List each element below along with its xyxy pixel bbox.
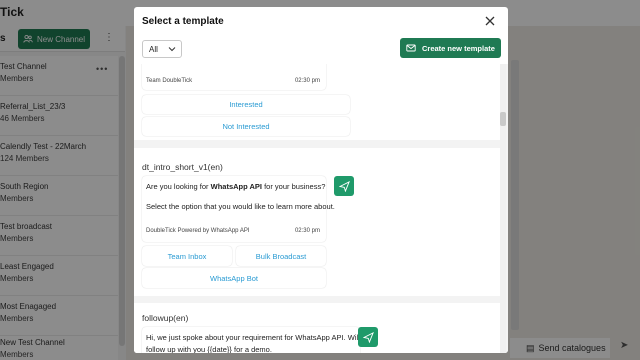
mail-icon [406,44,416,52]
template-modal: Select a template All Create new templat… [134,7,508,353]
quick-reply-button: Team Inbox [142,246,232,266]
template-message: Hi, we just spoke about your requirement… [146,333,360,342]
send-icon [338,180,350,192]
template-card[interactable]: followup(en) Hi, we just spoke about you… [134,303,500,353]
create-template-label: Create new template [422,43,495,53]
send-icon [362,331,374,343]
chevron-down-icon [168,47,176,52]
message-time: 02:30 pm [294,228,320,234]
quick-reply-label: Bulk Broadcast [255,251,307,261]
send-template-button[interactable] [358,327,378,347]
template-name: dt_intro_short_v1(en) [142,162,223,172]
quick-reply-button: Not Interested [142,117,350,136]
message-text: Are you looking for [146,182,211,191]
modal-title: Select a template [142,16,224,27]
quick-reply-button: Bulk Broadcast [236,246,326,266]
template-message-line2: Select the option that you would like to… [146,202,335,211]
message-bold-text: WhatsApp API [210,182,263,191]
quick-reply-label: Not Interested [222,122,270,131]
filter-value: All [149,44,158,54]
close-icon [485,16,495,26]
quick-reply-label: Interested [229,100,263,109]
quick-reply-button: WhatsApp Bot [142,268,326,288]
template-card[interactable]: dt_intro_short_v1(en) Are you looking fo… [134,148,500,296]
template-card[interactable]: Team DoubleTick 02:30 pm Interested Not … [134,64,500,140]
close-button[interactable] [483,14,497,28]
scrollbar-thumb[interactable] [500,112,506,126]
create-template-button[interactable]: Create new template [400,38,501,58]
template-list: Team DoubleTick 02:30 pm Interested Not … [134,64,508,353]
template-preview: Team DoubleTick 02:30 pm [142,64,326,90]
template-name: followup(en) [142,313,189,323]
template-list-scrollbar[interactable] [500,64,506,353]
template-message: Are you looking for WhatsApp API for you… [146,182,326,192]
send-template-button[interactable] [334,176,354,196]
template-preview: Are you looking for WhatsApp API for you… [142,176,335,242]
template-filter-select[interactable]: All [142,40,182,58]
quick-reply-button: Interested [142,95,350,114]
message-time: 02:30 pm [294,78,320,84]
quick-reply-label: Team Inbox [167,251,207,261]
template-preview: Hi, we just spoke about your requirement… [142,327,360,353]
footer-text: DoubleTick Powered by WhatsApp API [146,228,250,234]
quick-reply-label: WhatsApp Bot [210,273,258,283]
template-message-line2: follow up with you {{date}} for a demo. [146,345,272,353]
footer-text: Team DoubleTick [146,78,193,84]
message-text: for your business? [262,182,326,191]
